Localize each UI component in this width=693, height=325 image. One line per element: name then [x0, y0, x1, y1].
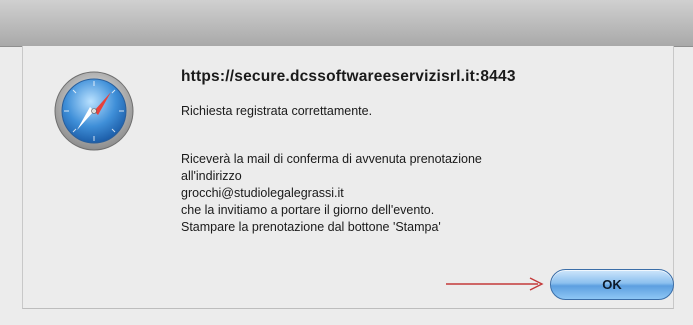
detail-line: che la invitiamo a portare il giorno del…	[181, 203, 435, 217]
safari-compass-icon	[54, 71, 134, 151]
detail-email: grocchi@studiolegalegrassi.it	[181, 186, 344, 200]
alert-details: Riceverà la mail di conferma di avvenuta…	[181, 151, 482, 236]
detail-line: Riceverà la mail di conferma di avvenuta…	[181, 152, 482, 166]
alert-host: https://secure.dcssoftwareeservizisrl.it…	[181, 68, 516, 85]
ok-button[interactable]: OK	[550, 269, 674, 300]
alert-window: https://secure.dcssoftwareeservizisrl.it…	[0, 0, 693, 325]
alert-status-message: Richiesta registrata correttamente.	[181, 104, 373, 118]
window-titlebar[interactable]	[0, 0, 693, 47]
red-arrow-icon	[446, 277, 544, 291]
detail-line: Stampare la prenotazione dal bottone 'St…	[181, 220, 441, 234]
detail-line: all'indirizzo	[181, 169, 242, 183]
